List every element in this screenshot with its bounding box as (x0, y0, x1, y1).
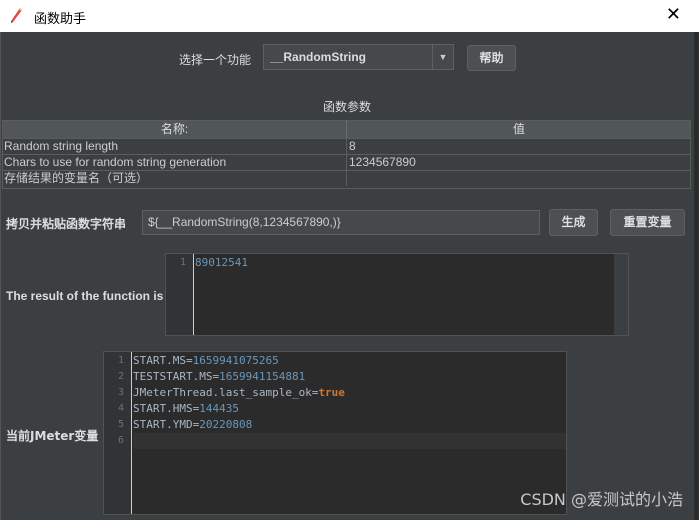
jmeter-variables-editor[interactable]: 1 START.MS=1659941075265 2 TESTSTART.MS=… (103, 351, 567, 515)
result-editor[interactable]: 1 89012541 (165, 253, 629, 336)
line-number: 5 (117, 419, 124, 430)
column-header-name[interactable]: 名称: (3, 121, 347, 138)
table-row[interactable]: Chars to use for random string generatio… (3, 154, 690, 170)
code-line: START.HMS=144435 (133, 402, 239, 415)
param-value-cell[interactable]: 1234567890 (349, 155, 689, 170)
params-table: 名称: 值 Random string length 8 Chars to us… (2, 120, 691, 189)
code-line: JMeterThread.last_sample_ok=true (133, 386, 345, 399)
reset-variables-button[interactable]: 重置变量 (610, 209, 685, 236)
param-value-cell[interactable] (349, 171, 689, 186)
param-name-cell: Chars to use for random string generatio… (4, 155, 347, 170)
function-dropdown[interactable]: __RandomString ▼ (263, 44, 454, 70)
function-dropdown-value: __RandomString (270, 50, 367, 64)
help-button[interactable]: 帮助 (467, 45, 516, 71)
code-line: TESTSTART.MS=1659941154881 (133, 370, 306, 383)
code-line: START.YMD=20220808 (133, 418, 253, 431)
close-icon[interactable]: ✕ (666, 6, 681, 24)
line-number: 1 (117, 355, 124, 366)
table-row[interactable]: Random string length 8 (3, 138, 690, 154)
feather-pen-icon (11, 8, 22, 23)
param-name-cell: 存储结果的变量名（可选） (4, 171, 347, 186)
param-value-cell[interactable]: 8 (349, 139, 689, 154)
table-row[interactable]: 存储结果的变量名（可选） (3, 170, 690, 186)
line-number: 1 (179, 257, 186, 268)
frame-right-edge (694, 32, 699, 520)
chevron-down-icon[interactable]: ▼ (432, 45, 453, 69)
result-value: 89012541 (195, 256, 248, 269)
params-section-title: 函数参数 (322, 100, 371, 114)
line-number: 4 (117, 403, 124, 414)
function-string-label: 拷贝并粘贴函数字符串 (6, 217, 127, 231)
param-name-cell: Random string length (4, 139, 347, 154)
watermark-text: CSDN @爱测试的小浩 (520, 490, 683, 509)
result-label: The result of the function is (6, 289, 164, 303)
code-line: START.MS=1659941075265 (133, 354, 279, 367)
line-number: 6 (117, 435, 124, 446)
vertical-scrollbar[interactable] (614, 254, 628, 335)
params-table-header: 名称: 值 (3, 121, 690, 138)
line-number: 2 (117, 371, 124, 382)
current-line-highlight (133, 433, 566, 449)
function-select-label: 选择一个功能 (179, 53, 252, 67)
column-header-value[interactable]: 值 (348, 121, 690, 138)
function-string-field[interactable]: ${__RandomString(8,1234567890,)} (142, 210, 540, 235)
window-title: 函数助手 (34, 12, 87, 27)
window-titlebar: 函数助手 ✕ (0, 0, 699, 32)
generate-button[interactable]: 生成 (549, 209, 598, 236)
jmeter-variables-label: 当前JMeter变量 (6, 429, 99, 443)
line-number: 3 (117, 387, 124, 398)
